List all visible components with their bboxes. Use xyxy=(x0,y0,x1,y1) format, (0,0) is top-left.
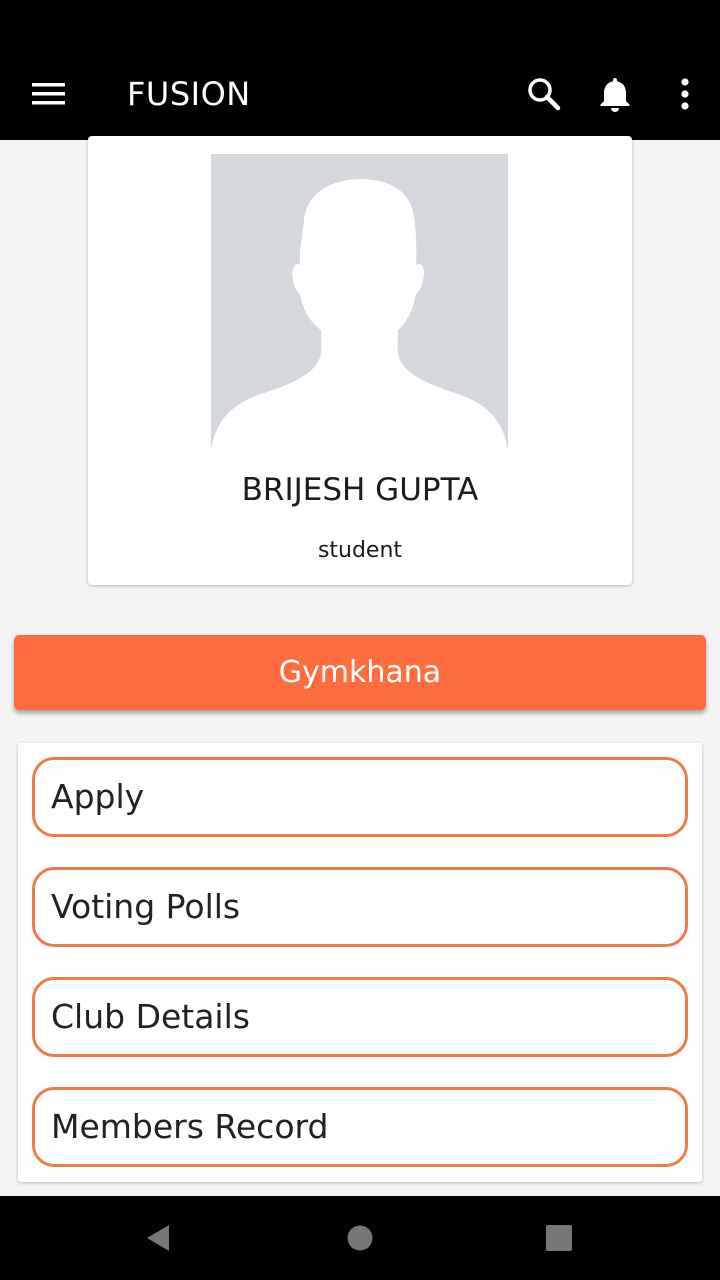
notifications-button[interactable] xyxy=(579,48,651,140)
search-icon xyxy=(528,78,561,111)
gymkhana-header-button[interactable]: Gymkhana xyxy=(14,635,706,710)
nav-home-button[interactable] xyxy=(320,1196,400,1280)
profile-role: student xyxy=(317,538,403,563)
back-icon xyxy=(147,1225,169,1251)
status-bar xyxy=(0,0,720,48)
nav-back-button[interactable] xyxy=(118,1196,198,1280)
options-card: Apply Voting Polls Club Details Members … xyxy=(18,743,702,1182)
more-vert-icon xyxy=(681,78,689,110)
app-bar: FUSION xyxy=(0,48,720,140)
nav-recents-button[interactable] xyxy=(519,1196,599,1280)
profile-name: BRIJESH GUPTA xyxy=(241,472,479,508)
avatar-silhouette-icon xyxy=(211,179,508,451)
voting-polls-button[interactable]: Voting Polls xyxy=(32,867,688,947)
app-title: FUSION xyxy=(127,75,251,113)
home-icon xyxy=(347,1225,373,1251)
members-record-button[interactable]: Members Record xyxy=(32,1087,688,1167)
club-details-button[interactable]: Club Details xyxy=(32,977,688,1057)
avatar[interactable] xyxy=(211,154,508,451)
system-nav-bar xyxy=(0,1196,720,1280)
profile-card: BRIJESH GUPTA student xyxy=(88,136,632,585)
search-button[interactable] xyxy=(508,48,580,140)
apply-button[interactable]: Apply xyxy=(32,757,688,837)
bell-icon xyxy=(600,78,630,112)
more-options-button[interactable] xyxy=(649,48,720,140)
menu-button[interactable] xyxy=(13,48,85,140)
menu-icon xyxy=(32,83,65,105)
recents-icon xyxy=(546,1225,572,1251)
